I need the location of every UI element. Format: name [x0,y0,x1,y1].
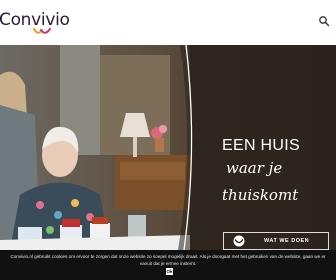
cookie-message: Convivio.nl gebruikt cookies om ervoor t… [10,254,326,266]
hero-tagline-line2: thuiskomt [222,186,299,204]
hero-banner: EEN HUIS waar je thuiskomt WAT WE DOEN [0,45,336,250]
cookie-ok-button[interactable]: Ok [166,268,173,275]
wat-we-doen-button[interactable]: WAT WE DOEN [223,232,329,250]
search-icon[interactable] [318,15,330,27]
hero-title: EEN HUIS [222,137,300,154]
hero-tagline-line1: waar je [226,159,283,177]
logo-smile-icon [33,28,51,34]
cta-label: WAT WE DOEN [264,238,310,244]
site-header: Convivio [0,0,336,45]
convivio-mark-icon [230,233,248,249]
convivio-logo[interactable]: Convivio [0,4,78,38]
cookie-bar: Convivio.nl gebruikt cookies om ervoor t… [0,250,336,280]
